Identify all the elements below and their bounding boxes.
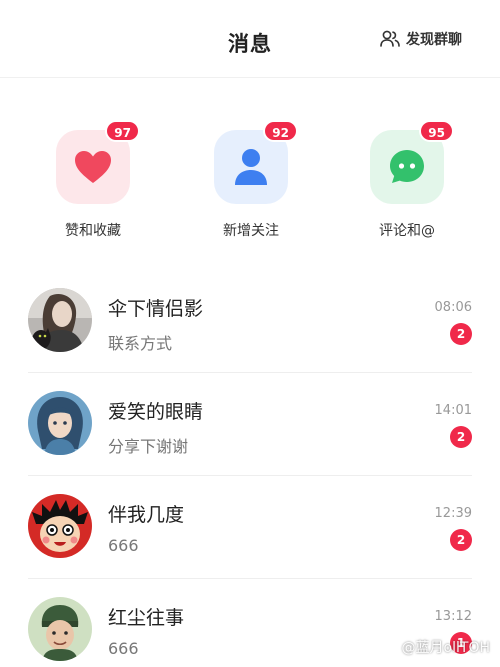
heart-icon bbox=[75, 151, 111, 183]
conversation-list: 伞下情侣影 联系方式 08:06 2 爱笑的眼睛 分享下谢谢 14:01 2 伴… bbox=[0, 270, 500, 667]
conversation-name: 红尘往事 bbox=[108, 607, 185, 629]
watermark: @蓝月ollTOH bbox=[401, 640, 490, 656]
likes-and-saves-shortcut[interactable]: 97 赞和收藏 bbox=[33, 120, 153, 240]
discover-groups-label: 发现群聊 bbox=[406, 32, 462, 48]
unread-count-badge: 2 bbox=[450, 529, 472, 551]
conversation-preview: 666 bbox=[108, 639, 139, 658]
shortcut-row: 97 赞和收藏 92 新增关注 95 评论和@ bbox=[0, 120, 500, 252]
conversation-time: 14:01 bbox=[434, 403, 472, 418]
person-icon bbox=[235, 149, 267, 185]
conversation-name: 爱笑的眼睛 bbox=[108, 401, 204, 423]
new-followers-shortcut[interactable]: 92 新增关注 bbox=[191, 120, 311, 240]
conversation-preview: 666 bbox=[108, 536, 139, 555]
likes-label: 赞和收藏 bbox=[65, 223, 121, 239]
conversation-time: 12:39 bbox=[434, 506, 472, 521]
conversation-item[interactable]: 爱笑的眼睛 分享下谢谢 14:01 2 bbox=[28, 373, 472, 476]
conversation-time: 13:12 bbox=[434, 609, 472, 624]
top-bar: 消息 发现群聊 bbox=[0, 0, 500, 78]
unread-count-badge: 2 bbox=[450, 426, 472, 448]
chat-bubble-icon bbox=[390, 150, 424, 183]
avatar bbox=[28, 494, 92, 558]
conversation-item[interactable]: 伴我几度 666 12:39 2 bbox=[28, 476, 472, 579]
avatar bbox=[28, 391, 92, 455]
comments-label: 评论和@ bbox=[379, 223, 435, 239]
discover-groups-button[interactable]: 发现群聊 bbox=[380, 29, 462, 49]
followers-badge: 92 bbox=[263, 120, 298, 142]
avatar bbox=[28, 288, 92, 352]
conversation-item[interactable]: 伞下情侣影 联系方式 08:06 2 bbox=[28, 270, 472, 373]
followers-tile: 92 bbox=[214, 120, 298, 204]
conversation-preview: 分享下谢谢 bbox=[108, 437, 189, 456]
avatar bbox=[28, 597, 92, 661]
comments-shortcut[interactable]: 95 评论和@ bbox=[347, 120, 467, 240]
likes-tile: 97 bbox=[56, 120, 140, 204]
comments-badge: 95 bbox=[419, 120, 454, 142]
likes-badge: 97 bbox=[105, 120, 140, 142]
conversation-name: 伞下情侣影 bbox=[108, 298, 204, 320]
conversation-time: 08:06 bbox=[434, 300, 472, 315]
conversation-name: 伴我几度 bbox=[108, 504, 185, 526]
followers-label: 新增关注 bbox=[223, 223, 279, 239]
conversation-preview: 联系方式 bbox=[108, 334, 173, 353]
group-users-icon bbox=[380, 30, 400, 47]
unread-count-badge: 2 bbox=[450, 323, 472, 345]
comments-tile: 95 bbox=[370, 120, 454, 204]
